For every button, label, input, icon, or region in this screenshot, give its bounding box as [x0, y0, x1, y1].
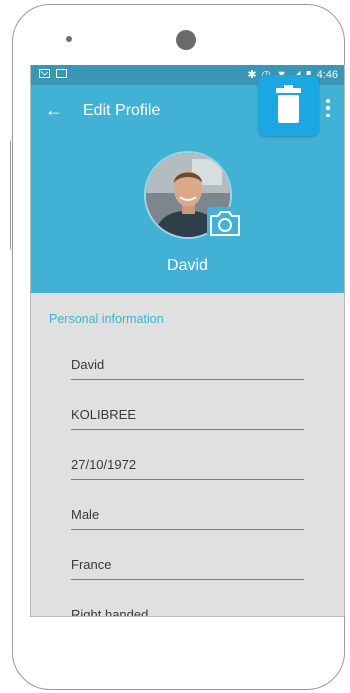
- birth-date-field[interactable]: 27/10/1972: [71, 451, 304, 480]
- country-value: France: [71, 557, 112, 572]
- last-name-field[interactable]: KOLIBREE: [71, 401, 304, 430]
- profile-header: David: [31, 137, 344, 293]
- arrow-left-icon[interactable]: ←: [45, 100, 63, 120]
- trash-icon: [276, 85, 301, 123]
- camera-icon[interactable]: [207, 207, 243, 239]
- phone-sensor: [66, 36, 72, 42]
- first-name-value: David: [71, 357, 105, 372]
- gmail-notification-icon: [39, 69, 50, 78]
- profile-name: David: [167, 257, 208, 274]
- section-label: Personal information: [49, 312, 164, 326]
- first-name-field[interactable]: David: [71, 351, 304, 380]
- delete-button[interactable]: [258, 75, 319, 136]
- birth-date-value: 27/10/1972: [71, 457, 137, 472]
- status-time: 4:46: [316, 68, 338, 81]
- gender-field[interactable]: Male: [71, 501, 304, 530]
- image-notification-icon: [56, 69, 67, 78]
- phone-side-button: [10, 140, 14, 250]
- bluetooth-icon: ✱: [247, 69, 257, 81]
- overflow-menu-icon[interactable]: [326, 99, 330, 117]
- handedness-field[interactable]: Right handed: [71, 601, 304, 617]
- country-field[interactable]: France: [71, 551, 304, 580]
- page-title: Edit Profile: [83, 102, 161, 119]
- gender-value: Male: [71, 507, 100, 522]
- phone-front-camera: [176, 30, 196, 50]
- handedness-value: Right handed: [71, 607, 149, 617]
- app-screen: ✱ ◷ ▼ ◢ ▮ 4:46 ← Edit Profile: [30, 65, 345, 617]
- last-name-value: KOLIBREE: [71, 407, 137, 422]
